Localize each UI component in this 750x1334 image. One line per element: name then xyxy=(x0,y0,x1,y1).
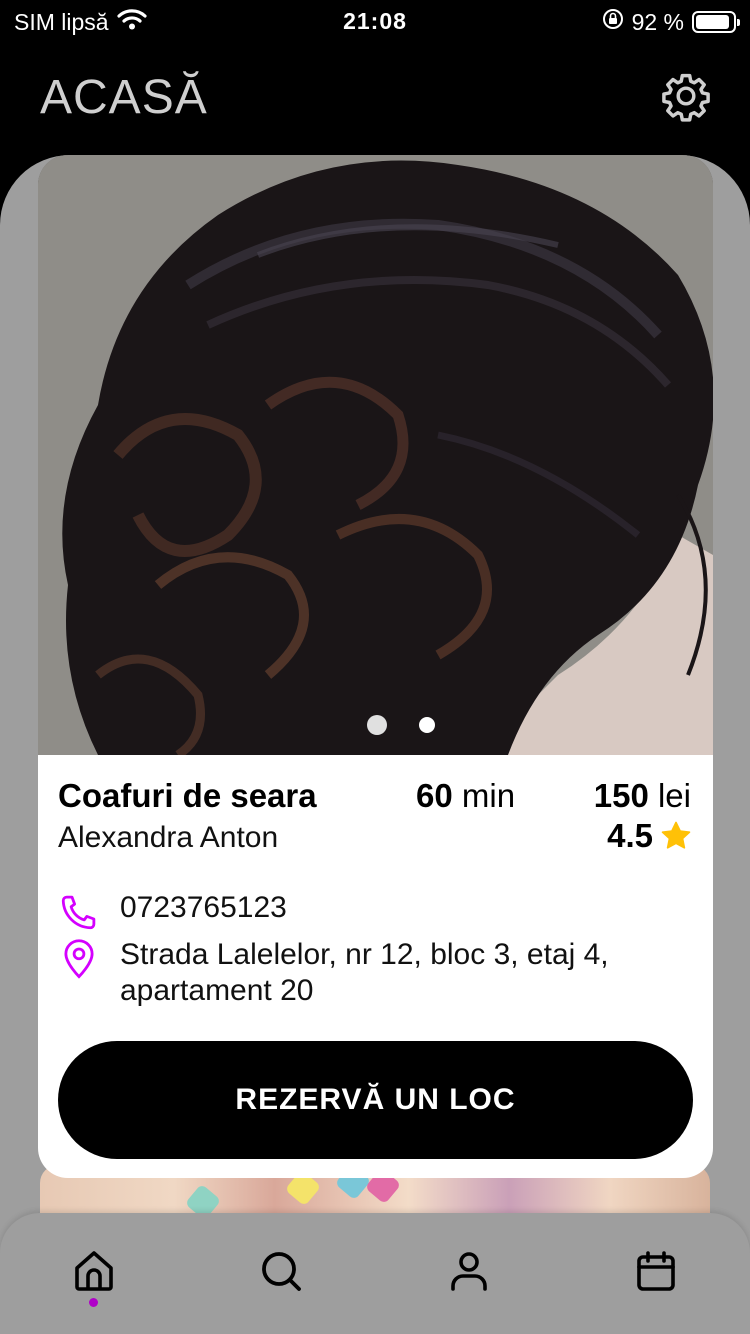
search-icon xyxy=(262,1252,301,1291)
header: ACASĂ xyxy=(0,40,750,155)
service-card[interactable]: Coafuri de seara 60 min 150 lei Alexandr… xyxy=(38,155,713,1178)
address-text[interactable]: Strada Lalelelor, nr 12, bloc 3, etaj 4,… xyxy=(120,937,680,1009)
settings-button[interactable] xyxy=(660,70,712,122)
tab-home[interactable] xyxy=(64,1241,124,1301)
active-tab-indicator xyxy=(89,1298,98,1307)
pager-dot[interactable] xyxy=(418,717,435,733)
book-button[interactable]: REZERVĂ UN LOC xyxy=(58,1041,693,1159)
status-bar: SIM lipsă 21:08 92 % xyxy=(0,0,750,40)
image-pager[interactable] xyxy=(38,715,713,735)
phone-row[interactable]: 0723765123 xyxy=(58,891,287,933)
location-pin-icon xyxy=(64,939,94,979)
price-unit: lei xyxy=(657,777,691,814)
service-name: Coafuri de seara xyxy=(58,777,317,814)
star-icon xyxy=(661,821,691,849)
battery-icon xyxy=(692,11,740,33)
pager-dot-active[interactable] xyxy=(366,715,387,735)
tab-search[interactable] xyxy=(251,1241,311,1301)
orientation-lock-icon xyxy=(602,8,624,36)
tab-bar xyxy=(0,1213,750,1334)
rating: 4.5 xyxy=(607,817,693,855)
content-area[interactable]: Coafuri de seara 60 min 150 lei Alexandr… xyxy=(0,155,750,1334)
phone-number[interactable]: 0723765123 xyxy=(120,891,287,925)
calendar-icon xyxy=(637,1251,675,1291)
tab-calendar[interactable] xyxy=(626,1241,686,1301)
service-duration: 60 min xyxy=(416,777,515,815)
hairstyle-photo xyxy=(38,155,713,755)
battery-fill xyxy=(696,15,730,29)
duration-value: 60 xyxy=(416,777,453,814)
page-title: ACASĂ xyxy=(40,71,208,124)
rating-value: 4.5 xyxy=(607,817,653,854)
price-value: 150 xyxy=(593,777,649,814)
battery-percent: 92 % xyxy=(631,8,684,35)
status-right: 92 % xyxy=(602,8,740,36)
duration-unit: min xyxy=(461,777,516,814)
stylist-name: Alexandra Anton xyxy=(58,821,279,854)
tab-profile[interactable] xyxy=(439,1241,499,1301)
service-photo[interactable] xyxy=(38,155,713,755)
home-icon xyxy=(75,1251,113,1291)
gear-icon xyxy=(662,73,710,122)
phone-icon xyxy=(61,895,96,930)
address-row[interactable]: Strada Lalelelor, nr 12, bloc 3, etaj 4,… xyxy=(58,937,680,1009)
user-icon xyxy=(451,1252,487,1291)
service-price: 150 lei xyxy=(594,777,691,815)
